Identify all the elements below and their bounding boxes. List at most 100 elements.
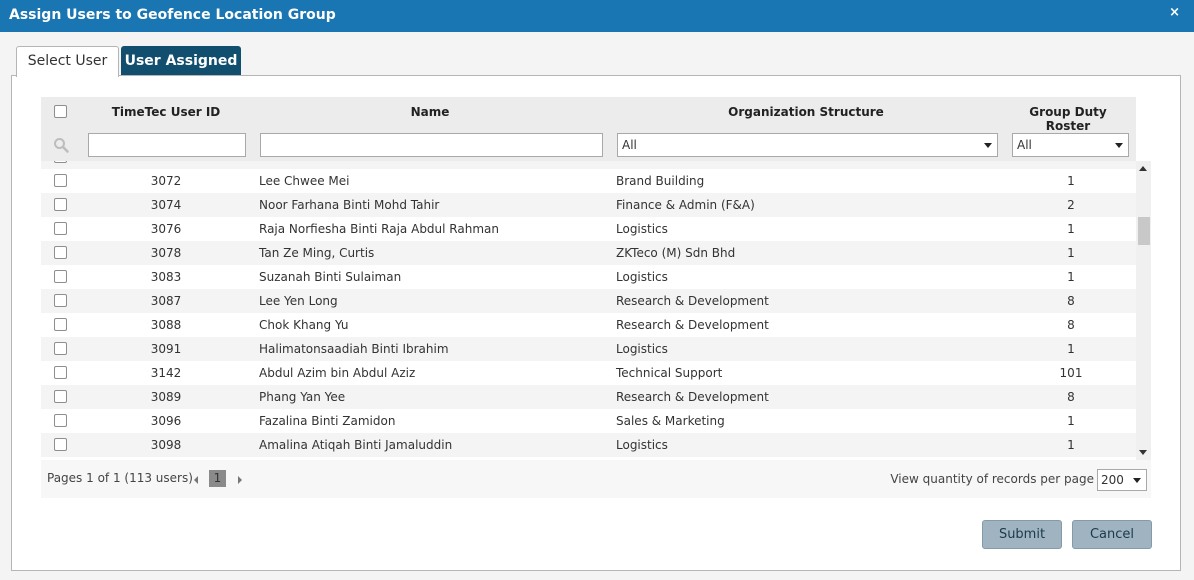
dialog-titlebar: Assign Users to Geofence Location Group … bbox=[0, 0, 1194, 32]
cell-user-id: 3096 bbox=[150, 414, 182, 428]
cell-user-id: 3076 bbox=[150, 222, 182, 236]
cell-duty-roster: 2 bbox=[1067, 198, 1075, 212]
row-checkbox[interactable] bbox=[54, 390, 67, 403]
cell-organization: Research & Development bbox=[616, 294, 769, 308]
cell-duty-roster: 1 bbox=[1067, 246, 1075, 260]
cell-user-id: 3088 bbox=[150, 318, 182, 332]
grid-body: 3072 Lee Chwee Mei Brand Building 1 3074… bbox=[41, 161, 1136, 460]
cell-name: Lee Yen Long bbox=[259, 294, 338, 308]
cell-user-id: 3142 bbox=[150, 366, 182, 380]
table-row[interactable]: 3083 Suzanah Binti Sulaiman Logistics 1 bbox=[41, 265, 1136, 289]
cell-duty-roster: 1 bbox=[1067, 270, 1075, 284]
table-row[interactable]: 3098 Amalina Atiqah Binti Jamaluddin Log… bbox=[41, 433, 1136, 457]
records-per-page-value: 200 bbox=[1101, 473, 1124, 487]
row-checkbox[interactable] bbox=[54, 342, 67, 355]
cell-name: Amalina Atiqah Binti Jamaluddin bbox=[259, 438, 453, 452]
cell-organization: Logistics bbox=[616, 222, 668, 236]
previous-page-icon[interactable] bbox=[194, 476, 198, 484]
cell-organization: Logistics bbox=[616, 438, 668, 452]
table-row[interactable]: 3072 Lee Chwee Mei Brand Building 1 bbox=[41, 169, 1136, 193]
organization-filter-value: All bbox=[622, 138, 637, 152]
cell-name: Lee Chwee Mei bbox=[259, 174, 350, 188]
column-header-user-id[interactable]: TimeTec User ID bbox=[101, 105, 231, 119]
cell-duty-roster: 1 bbox=[1067, 174, 1075, 188]
duty-roster-filter-value: All bbox=[1017, 138, 1032, 152]
cancel-button[interactable]: Cancel bbox=[1072, 520, 1152, 549]
select-all-checkbox[interactable] bbox=[54, 105, 67, 118]
cell-duty-roster: 1 bbox=[1067, 342, 1075, 356]
cell-organization: Brand Building bbox=[616, 174, 705, 188]
table-row[interactable]: 3088 Chok Khang Yu Research & Developmen… bbox=[41, 313, 1136, 337]
cell-organization: ZKTeco (M) Sdn Bhd bbox=[616, 246, 736, 260]
chevron-down-icon bbox=[1115, 143, 1123, 148]
row-checkbox[interactable] bbox=[54, 414, 67, 427]
cell-name: Tan Ze Ming, Curtis bbox=[259, 246, 375, 260]
scroll-up-icon[interactable] bbox=[1139, 166, 1147, 171]
cell-user-id: 3083 bbox=[150, 270, 182, 284]
row-checkbox[interactable] bbox=[54, 222, 67, 235]
column-header-group-duty-roster[interactable]: Group Duty Roster bbox=[1008, 105, 1128, 133]
cell-user-id: 3089 bbox=[150, 390, 182, 404]
cell-organization: Technical Support bbox=[616, 366, 723, 380]
row-checkbox[interactable] bbox=[54, 270, 67, 283]
table-row[interactable]: 3078 Tan Ze Ming, Curtis ZKTeco (M) Sdn … bbox=[41, 241, 1136, 265]
cell-duty-roster: 101 bbox=[1059, 366, 1083, 380]
tab-user-assigned[interactable]: User Assigned bbox=[121, 46, 241, 76]
cell-duty-roster: 1 bbox=[1067, 438, 1075, 452]
scrollbar-thumb[interactable] bbox=[1138, 217, 1150, 245]
cell-organization: Finance & Admin (F&A) bbox=[616, 198, 755, 212]
cell-organization: Sales & Marketing bbox=[616, 414, 725, 428]
table-row[interactable]: 3089 Phang Yan Yee Research & Developmen… bbox=[41, 385, 1136, 409]
cell-name: Abdul Azim bin Abdul Aziz bbox=[259, 366, 416, 380]
table-row[interactable]: 3076 Raja Norfiesha Binti Raja Abdul Rah… bbox=[41, 217, 1136, 241]
cell-organization: Research & Development bbox=[616, 318, 769, 332]
table-row[interactable]: 3096 Fazalina Binti Zamidon Sales & Mark… bbox=[41, 409, 1136, 433]
cell-duty-roster: 1 bbox=[1067, 414, 1075, 428]
row-checkbox[interactable] bbox=[54, 294, 67, 307]
table-row[interactable]: 3074 Noor Farhana Binti Mohd Tahir Finan… bbox=[41, 193, 1136, 217]
search-icon bbox=[54, 138, 69, 153]
next-page-icon[interactable] bbox=[238, 476, 242, 484]
user-id-filter-input[interactable] bbox=[88, 133, 246, 157]
cell-duty-roster: 8 bbox=[1067, 318, 1075, 332]
cell-user-id: 3087 bbox=[150, 294, 182, 308]
cell-organization: Research & Development bbox=[616, 390, 769, 404]
records-per-page-label: View quantity of records per page bbox=[890, 472, 1094, 486]
cell-name: Raja Norfiesha Binti Raja Abdul Rahman bbox=[259, 222, 499, 236]
cell-user-id: 3074 bbox=[150, 198, 182, 212]
table-row[interactable]: 3142 Abdul Azim bin Abdul Aziz Technical… bbox=[41, 361, 1136, 385]
row-checkbox[interactable] bbox=[54, 366, 67, 379]
cell-name: Fazalina Binti Zamidon bbox=[259, 414, 396, 428]
submit-button[interactable]: Submit bbox=[982, 520, 1062, 549]
table-row[interactable]: 3091 Halimatonsaadiah Binti Ibrahim Logi… bbox=[41, 337, 1136, 361]
table-row[interactable]: 3087 Lee Yen Long Research & Development… bbox=[41, 289, 1136, 313]
pagination-info: Pages 1 of 1 (113 users) bbox=[47, 471, 193, 485]
chevron-down-icon bbox=[1133, 478, 1141, 483]
row-checkbox[interactable] bbox=[54, 161, 67, 163]
table-row-partial bbox=[41, 161, 1136, 169]
organization-filter-select[interactable]: All bbox=[617, 133, 998, 157]
cell-user-id: 3098 bbox=[150, 438, 182, 452]
row-checkbox[interactable] bbox=[54, 198, 67, 211]
column-header-organization[interactable]: Organization Structure bbox=[616, 105, 996, 119]
close-icon[interactable]: × bbox=[1169, 5, 1180, 20]
cell-duty-roster: 8 bbox=[1067, 390, 1075, 404]
column-header-name[interactable]: Name bbox=[259, 105, 601, 119]
cell-name: Noor Farhana Binti Mohd Tahir bbox=[259, 198, 440, 212]
tab-select-user[interactable]: Select User bbox=[16, 46, 119, 77]
duty-roster-filter-select[interactable]: All bbox=[1012, 133, 1129, 157]
cell-name: Suzanah Binti Sulaiman bbox=[259, 270, 402, 284]
scroll-down-icon[interactable] bbox=[1139, 450, 1147, 455]
page-number-button[interactable]: 1 bbox=[209, 470, 226, 487]
records-per-page-select[interactable]: 200 bbox=[1097, 469, 1147, 491]
name-filter-input[interactable] bbox=[260, 133, 603, 157]
cell-name: Phang Yan Yee bbox=[259, 390, 346, 404]
row-checkbox[interactable] bbox=[54, 246, 67, 259]
cell-organization: Logistics bbox=[616, 342, 668, 356]
row-checkbox[interactable] bbox=[54, 174, 67, 187]
row-checkbox[interactable] bbox=[54, 318, 67, 331]
row-checkbox[interactable] bbox=[54, 438, 67, 451]
chevron-down-icon bbox=[984, 143, 992, 148]
vertical-scrollbar[interactable] bbox=[1136, 161, 1151, 460]
cell-organization: Logistics bbox=[616, 270, 668, 284]
